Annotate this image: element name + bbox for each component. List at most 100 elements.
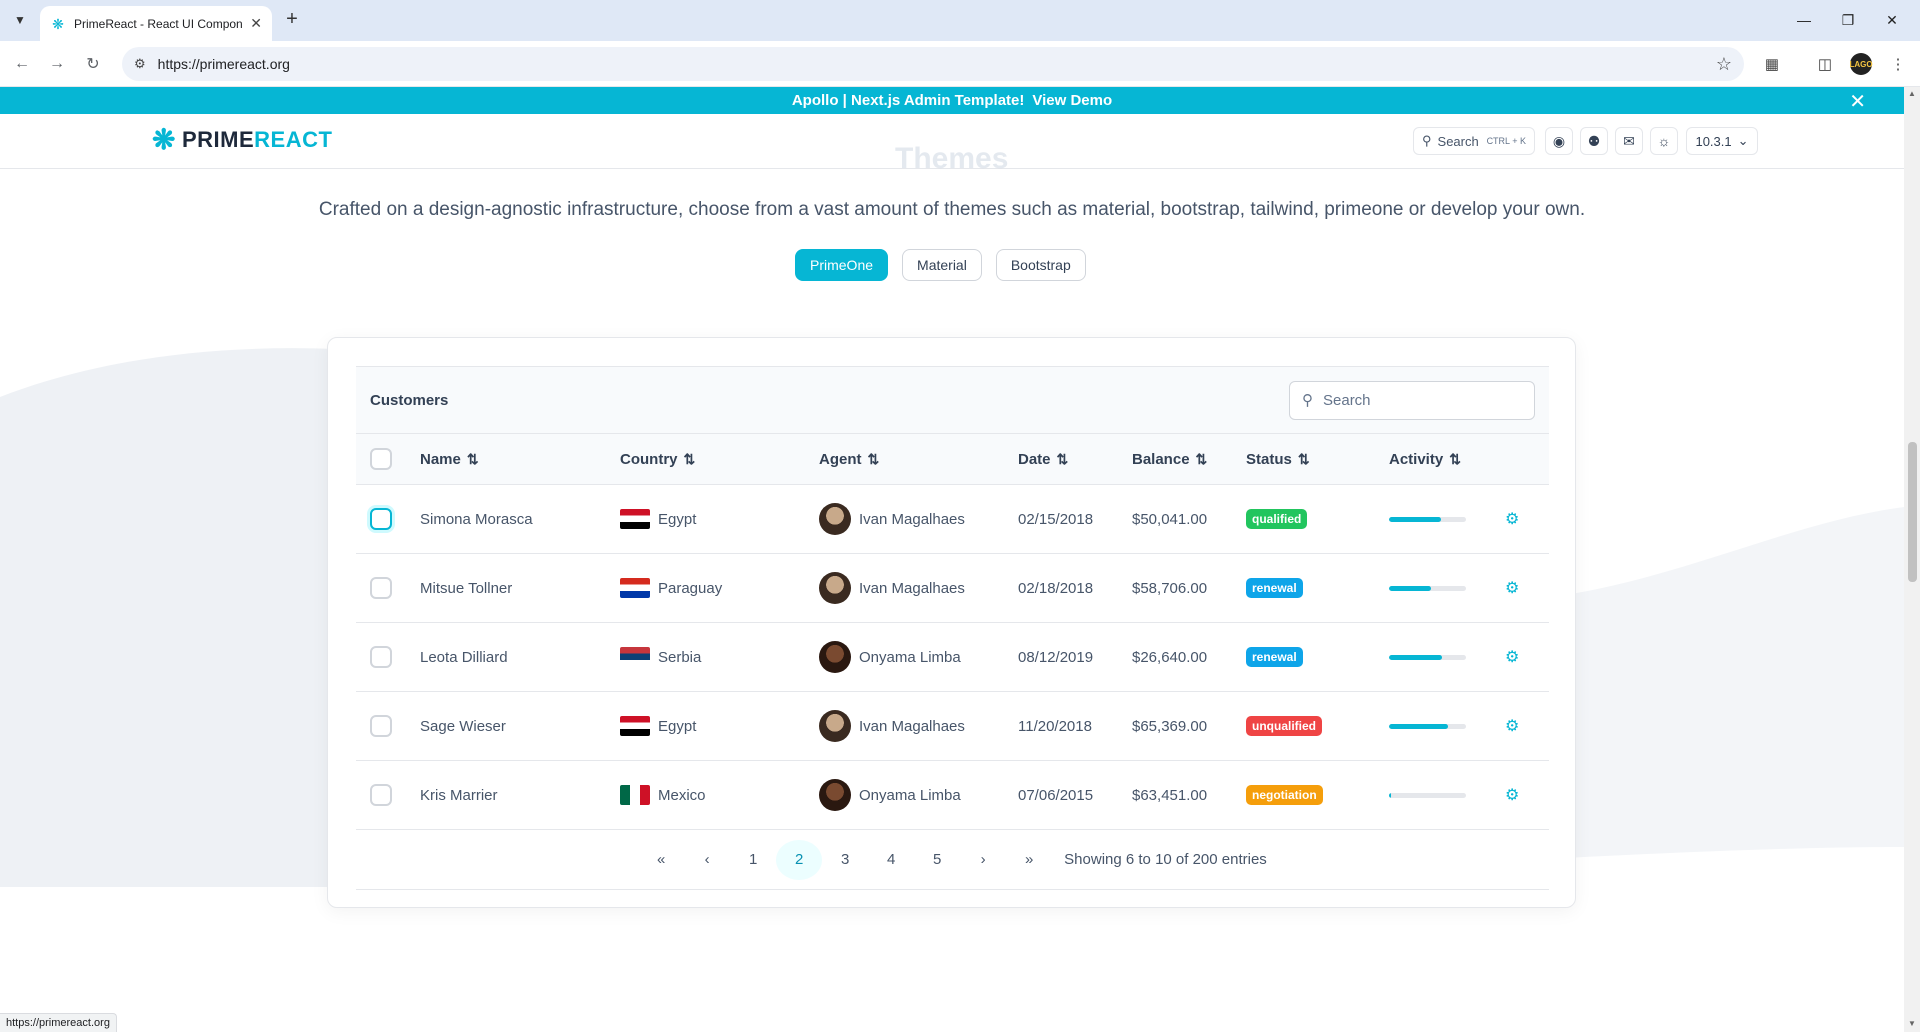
column-agent[interactable]: Agent ⇅ <box>819 451 1018 468</box>
themes-tagline: Crafted on a design-agnostic infrastruct… <box>318 199 1586 220</box>
customer-date: 02/18/2018 <box>1018 579 1094 597</box>
row-checkbox[interactable] <box>370 715 392 737</box>
sort-icon: ⇅ <box>1297 450 1310 467</box>
version-dropdown[interactable]: 10.3.1 ⌄ <box>1686 127 1758 155</box>
address-bar[interactable]: ⚙ https://primereact.org ☆ <box>122 47 1744 81</box>
activity-bar <box>1389 792 1466 798</box>
view-demo-link[interactable]: View Demo <box>1032 92 1112 109</box>
tab-close-icon[interactable]: ✕ <box>250 15 262 32</box>
back-icon[interactable]: ← <box>10 52 34 76</box>
table-row[interactable]: Leota Dilliard Serbia Onyama Limba 08/12… <box>356 623 1549 692</box>
agent-avatar <box>819 503 851 535</box>
discord-icon[interactable]: ⚉ <box>1580 127 1608 155</box>
column-name[interactable]: Name ⇅ <box>420 451 620 468</box>
row-checkbox[interactable] <box>370 784 392 806</box>
scroll-up-icon[interactable]: ▲ <box>1908 89 1916 98</box>
table-row[interactable]: Mitsue Tollner Paraguay Ivan Magalhaes 0… <box>356 554 1549 623</box>
bookmark-star-icon[interactable]: ☆ <box>1716 54 1732 75</box>
column-date[interactable]: Date ⇅ <box>1018 451 1132 468</box>
page-5-button[interactable]: 5 <box>914 840 960 880</box>
table-search-input[interactable]: ⚲ Search <box>1289 380 1535 420</box>
profile-avatar[interactable]: LAGO <box>1849 53 1873 75</box>
table-row[interactable]: Simona Morasca Egypt Ivan Magalhaes 02/1… <box>356 485 1549 554</box>
status-badge: qualified <box>1246 509 1308 529</box>
site-info-icon[interactable]: ⚙ <box>134 56 146 72</box>
page-4-button[interactable]: 4 <box>868 840 914 880</box>
browser-menu-icon[interactable]: ⋮ <box>1886 52 1910 76</box>
sort-icon: ⇅ <box>1056 450 1069 467</box>
prev-page-icon[interactable]: ‹ <box>684 840 730 880</box>
banner-close-icon[interactable]: ✕ <box>1849 89 1866 114</box>
scroll-down-icon[interactable]: ▼ <box>1908 1019 1916 1028</box>
theme-material-button[interactable]: Material <box>902 249 982 281</box>
minimize-icon[interactable]: — <box>1782 6 1826 34</box>
activity-bar <box>1389 723 1466 729</box>
next-page-icon[interactable]: › <box>960 840 1006 880</box>
activity-fill <box>1389 792 1392 798</box>
page-scrollbar[interactable]: ▲ ▼ <box>1904 87 1920 1032</box>
gear-icon[interactable]: ⚙ <box>1505 649 1519 666</box>
forward-icon[interactable]: → <box>45 52 69 76</box>
primereact-logo[interactable]: ❋ PRIMEREACT <box>152 126 332 154</box>
forum-icon[interactable]: ✉ <box>1615 127 1643 155</box>
restore-icon[interactable]: ❐ <box>1826 6 1870 34</box>
sort-icon: ⇅ <box>867 450 880 467</box>
close-window-icon[interactable]: ✕ <box>1870 6 1914 34</box>
customer-balance: $65,369.00 <box>1132 717 1208 735</box>
activity-fill <box>1389 654 1443 660</box>
column-country[interactable]: Country ⇅ <box>620 451 819 468</box>
customer-name: Sage Wieser <box>420 717 506 735</box>
scrollbar-thumb[interactable] <box>1908 442 1917 582</box>
primereact-favicon-icon: ❋ <box>52 15 64 32</box>
extensions-icon[interactable]: ▦ <box>1760 52 1784 76</box>
search-icon: ⚲ <box>1302 392 1313 409</box>
column-header-row: Name ⇅ Country ⇅ Agent ⇅ Date ⇅ Balance ⇅ Sta… <box>356 434 1549 485</box>
row-checkbox[interactable] <box>370 508 392 530</box>
table-row[interactable]: Sage Wieser Egypt Ivan Magalhaes 11/20/2… <box>356 692 1549 761</box>
customer-country: Mexico <box>658 786 706 804</box>
customer-name: Kris Marrier <box>420 786 498 804</box>
github-icon[interactable]: ◉ <box>1545 127 1573 155</box>
logo-text-react: REACT <box>254 127 333 152</box>
column-balance[interactable]: Balance ⇅ <box>1132 451 1246 468</box>
gear-icon[interactable]: ⚙ <box>1505 511 1519 528</box>
tab-title: PrimeReact - React UI Compone <box>74 16 243 31</box>
column-label: Country <box>620 450 678 468</box>
gear-icon[interactable]: ⚙ <box>1505 580 1519 597</box>
row-checkbox[interactable] <box>370 577 392 599</box>
column-activity[interactable]: Activity ⇅ <box>1389 451 1505 468</box>
page-2-button[interactable]: 2 <box>776 839 823 880</box>
column-label: Status <box>1246 450 1292 468</box>
column-status[interactable]: Status ⇅ <box>1246 451 1389 468</box>
paginator-report: Showing 6 to 10 of 200 entries <box>1064 851 1267 868</box>
theme-toggle-sun-icon[interactable]: ☼ <box>1650 127 1678 155</box>
agent-avatar <box>819 641 851 673</box>
side-panel-icon[interactable]: ◫ <box>1813 52 1837 76</box>
gear-icon[interactable]: ⚙ <box>1505 787 1519 804</box>
customer-country: Egypt <box>658 510 697 528</box>
agent-name: Ivan Magalhaes <box>859 510 965 528</box>
new-tab-button[interactable]: + <box>280 8 304 32</box>
theme-bootstrap-button[interactable]: Bootstrap <box>995 249 1086 281</box>
reload-icon[interactable]: ↻ <box>81 52 105 76</box>
customers-card: Customers ⚲ Search Name ⇅ Country ⇅ Agent ⇅… <box>327 337 1576 908</box>
last-page-icon[interactable]: » <box>1006 840 1052 880</box>
docsearch-button[interactable]: ⚲ Search CTRL + K <box>1413 127 1535 155</box>
customer-balance: $58,706.00 <box>1132 579 1208 597</box>
browser-tab[interactable]: ❋ PrimeReact - React UI Compone ✕ <box>40 6 272 41</box>
first-page-icon[interactable]: « <box>638 840 684 880</box>
agent-avatar <box>819 710 851 742</box>
select-all-checkbox[interactable] <box>370 448 392 470</box>
link-status-bubble: https://primereact.org <box>0 1013 117 1032</box>
row-checkbox[interactable] <box>370 646 392 668</box>
customer-country: Paraguay <box>658 579 723 597</box>
tab-search-icon[interactable]: ▼ <box>8 8 32 32</box>
sort-icon: ⇅ <box>466 450 479 467</box>
page-3-button[interactable]: 3 <box>822 840 868 880</box>
gear-icon[interactable]: ⚙ <box>1505 718 1519 735</box>
page-1-button[interactable]: 1 <box>730 840 776 880</box>
activity-bar <box>1389 516 1466 522</box>
theme-primeone-button[interactable]: PrimeOne <box>795 249 889 281</box>
agent-avatar <box>819 779 851 811</box>
table-row[interactable]: Kris Marrier Mexico Onyama Limba 07/06/2… <box>356 761 1549 830</box>
